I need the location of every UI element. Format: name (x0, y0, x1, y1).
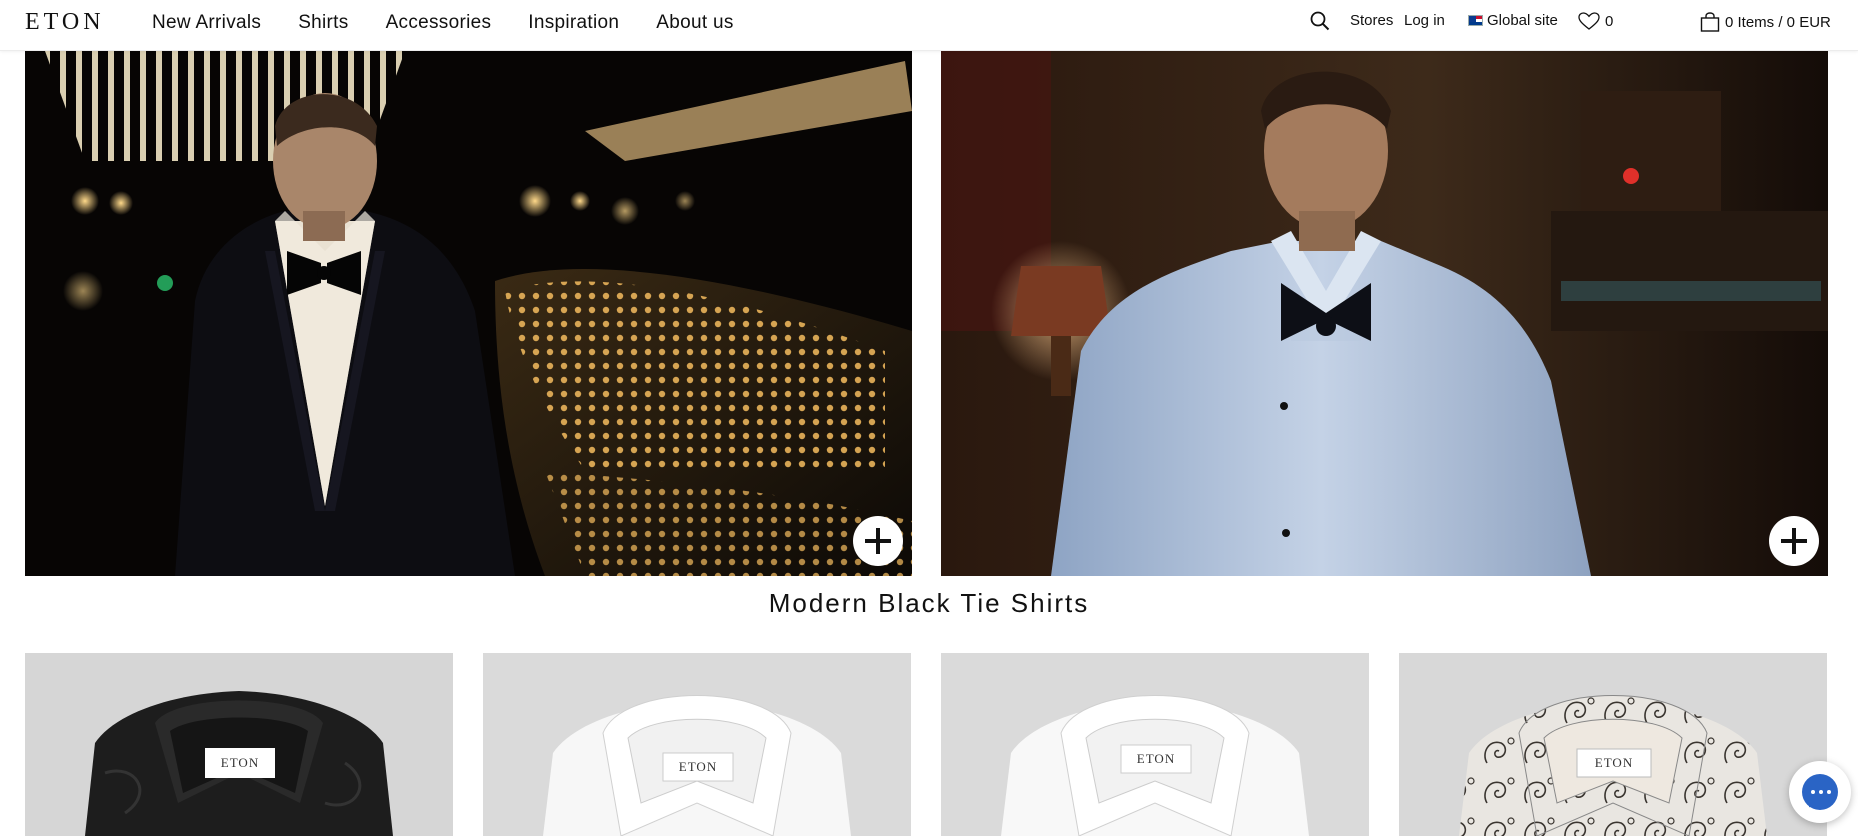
flag-icon (1468, 15, 1483, 26)
hero-photo-left (25, 51, 912, 576)
hero-image-velvet-tuxedo[interactable] (25, 51, 912, 576)
global-site-link[interactable]: Global site (1468, 12, 1558, 29)
brand-tag: ETON (1137, 751, 1175, 766)
site-header: ETON New Arrivals Shirts Accessories Ins… (0, 0, 1858, 51)
product-card-paisley-shirt[interactable]: ETON (1399, 653, 1827, 836)
product-card-white-dress-shirt[interactable]: ETON (941, 653, 1369, 836)
shopping-bag-icon (1700, 12, 1720, 32)
wishlist-link[interactable]: 0 (1578, 12, 1613, 30)
hero-image-light-blue-tuxedo-shirt[interactable] (941, 51, 1828, 576)
eton-logo[interactable]: ETON (25, 9, 105, 36)
cart-link[interactable]: 0 Items / 0 EUR (1700, 12, 1831, 32)
heart-icon (1578, 12, 1600, 30)
nav-inspiration[interactable]: Inspiration (528, 12, 619, 34)
chat-button[interactable] (1789, 761, 1851, 823)
product-card-black-jacquard-shirt[interactable]: ETON (25, 653, 453, 836)
cart-summary: 0 Items / 0 EUR (1725, 13, 1831, 31)
stores-link[interactable]: Stores (1350, 12, 1393, 29)
main-nav: New Arrivals Shirts Accessories Inspirat… (152, 12, 771, 34)
nav-about-us[interactable]: About us (656, 12, 733, 34)
section-title: Modern Black Tie Shirts (768, 588, 1090, 618)
product-image: ETON (1399, 653, 1827, 836)
nav-accessories[interactable]: Accessories (386, 12, 492, 34)
search-icon[interactable] (1310, 11, 1330, 31)
hero-right-plus-button[interactable] (1769, 516, 1819, 566)
hero-photo-right (941, 51, 1828, 576)
nav-shirts[interactable]: Shirts (298, 12, 348, 34)
brand-tag: ETON (679, 759, 717, 774)
brand-tag: ETON (1595, 755, 1633, 770)
product-image: ETON (941, 653, 1369, 836)
nav-new-arrivals[interactable]: New Arrivals (152, 12, 261, 34)
product-card-white-tuxedo-shirt[interactable]: ETON (483, 653, 911, 836)
brand-tag: ETON (221, 755, 259, 770)
global-site-label: Global site (1487, 12, 1558, 29)
chat-bubble-icon (1802, 774, 1838, 810)
product-image: ETON (483, 653, 911, 836)
login-link[interactable]: Log in (1404, 12, 1445, 29)
product-image: ETON (25, 653, 453, 836)
hero-left-plus-button[interactable] (853, 516, 903, 566)
wishlist-count: 0 (1605, 12, 1614, 30)
